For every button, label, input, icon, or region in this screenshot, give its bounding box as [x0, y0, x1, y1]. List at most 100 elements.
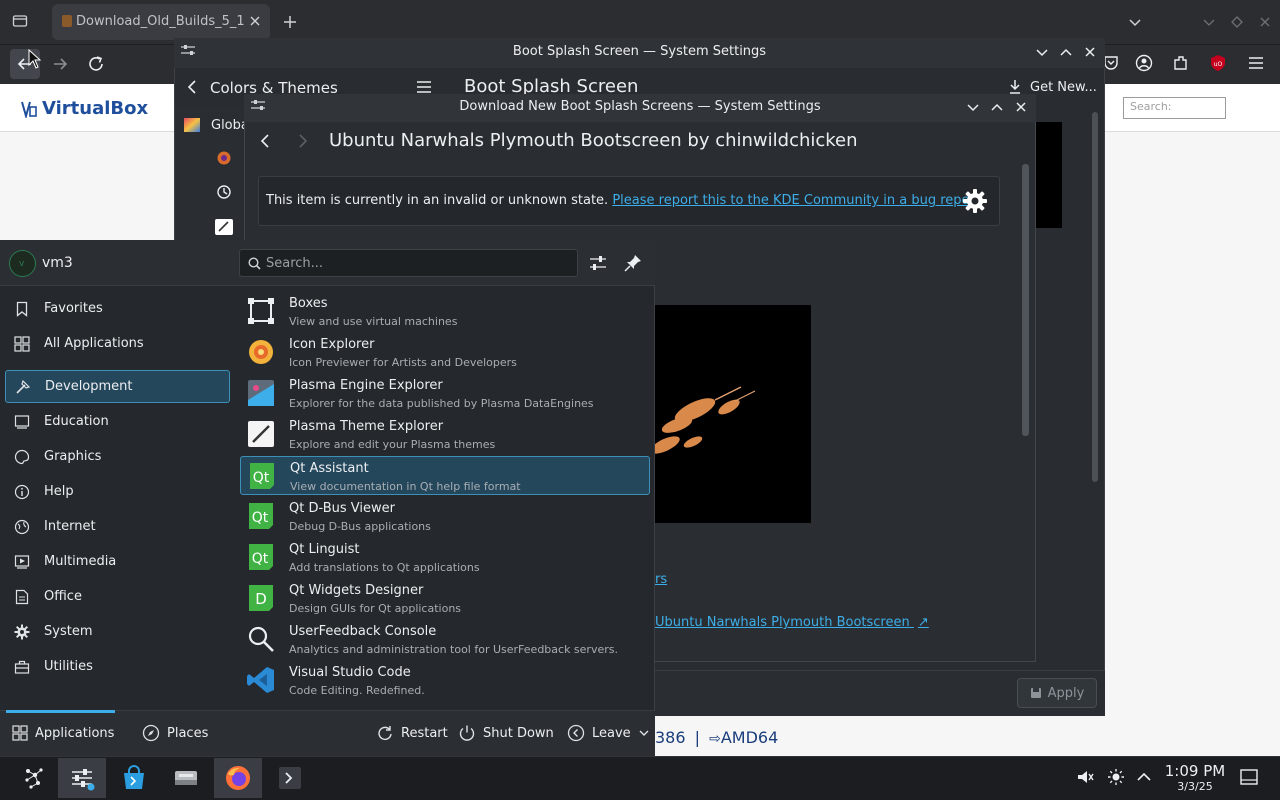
close-tab-icon[interactable]	[248, 14, 262, 28]
apply-button[interactable]: Apply	[1017, 678, 1097, 708]
app-userfeedback-console[interactable]: UserFeedback Console Analytics and admin…	[240, 620, 650, 659]
app-icon-explorer[interactable]: Icon Explorer Icon Previewer for Artists…	[240, 333, 650, 372]
application-launcher-button[interactable]	[10, 758, 58, 798]
download-close-icon[interactable]	[1014, 100, 1028, 114]
category-graphics[interactable]: Graphics	[5, 440, 230, 473]
settings-close-icon[interactable]	[1083, 45, 1097, 59]
reload-icon	[89, 56, 103, 71]
arch-fragment-link[interactable]: 386	[655, 728, 686, 747]
app-qt-widgets-designer[interactable]: D Qt Widgets Designer Design GUIs for Qt…	[240, 579, 650, 618]
vscode-icon	[246, 665, 276, 695]
arch-links: 386 | ⇨AMD64	[655, 728, 778, 747]
reload-button[interactable]	[84, 52, 108, 76]
plasma-style-sidebar-icon[interactable]	[215, 219, 233, 235]
extensions-icon[interactable]	[1172, 54, 1190, 72]
restart-button[interactable]: Restart	[376, 722, 448, 744]
tab-overview-icon[interactable]	[12, 13, 28, 29]
show-desktop-icon[interactable]	[1240, 769, 1258, 785]
taskbar-system-settings[interactable]	[58, 758, 106, 798]
category-system[interactable]: System	[5, 615, 230, 648]
volume-muted-icon[interactable]	[1076, 768, 1094, 786]
get-new-button[interactable]: Get New...	[1030, 80, 1097, 95]
settings-hamburger-icon[interactable]	[416, 80, 432, 94]
virtualbox-search-input[interactable]: Search:	[1123, 97, 1226, 119]
settings-back-icon[interactable]	[186, 79, 198, 95]
pin-icon[interactable]	[623, 253, 643, 273]
monitor-icon	[13, 413, 31, 431]
app-plasma-engine-explorer[interactable]: Plasma Engine Explorer Explorer for the …	[240, 374, 650, 413]
launcher-search-input[interactable]	[266, 250, 566, 276]
app-qt-linguist[interactable]: Qt Qt Linguist Add translations to Qt ap…	[240, 538, 650, 577]
account-icon[interactable]	[1135, 54, 1153, 72]
app-qt-dbus-viewer[interactable]: Qt Qt D-Bus Viewer Debug D-Bus applicati…	[240, 497, 650, 536]
gear-icon[interactable]	[962, 188, 988, 214]
new-tab-icon[interactable]	[282, 14, 298, 30]
leave-button[interactable]: Leave	[567, 722, 650, 744]
clock-date[interactable]: 3/3/25	[1160, 780, 1230, 793]
category-label: Education	[44, 414, 109, 429]
bookmark-icon	[13, 300, 31, 318]
virtualbox-logo-text[interactable]: VirtualBox	[42, 98, 148, 119]
bug-report-link[interactable]: Please report this to the KDE Community …	[612, 193, 980, 208]
homepage-link[interactable]: rs	[655, 572, 667, 587]
launcher-configure-icon[interactable]	[588, 253, 608, 273]
colors-sidebar-icon[interactable]	[216, 150, 232, 166]
taskbar-discover[interactable]	[110, 758, 158, 798]
tab-places[interactable]: Places	[142, 722, 208, 744]
dialog-scrollbar[interactable]	[1022, 164, 1029, 436]
app-visual-studio-code[interactable]: Visual Studio Code Code Editing. Redefin…	[240, 661, 650, 700]
ublock-origin-icon[interactable]: uO	[1209, 54, 1227, 72]
taskbar-terminal[interactable]	[266, 758, 314, 798]
hamburger-menu-icon[interactable]	[1248, 56, 1264, 70]
category-development[interactable]: Development	[5, 370, 230, 403]
forward-button[interactable]	[48, 49, 74, 79]
app-description: Explore and edit your Plasma themes	[289, 438, 496, 451]
category-internet[interactable]: Internet	[5, 510, 230, 543]
app-qt-assistant[interactable]: Qt Qt Assistant View documentation in Qt…	[240, 456, 650, 495]
minimize-browser-icon[interactable]	[1202, 15, 1216, 29]
shut-down-button[interactable]: Shut Down	[458, 722, 554, 744]
taskbar-firefox[interactable]	[214, 758, 262, 798]
qt-icon: Qt	[246, 501, 276, 531]
settings-scrollbar[interactable]	[1092, 112, 1098, 482]
category-label: System	[44, 624, 93, 639]
app-description: Design GUIs for Qt applications	[289, 602, 462, 615]
maximize-browser-icon[interactable]	[1230, 15, 1244, 29]
category-utilities[interactable]: Utilities	[5, 650, 230, 683]
category-help[interactable]: Help	[5, 475, 230, 508]
list-tabs-chevron-icon[interactable]	[1128, 15, 1142, 29]
app-boxes[interactable]: Boxes View and use virtual machines	[240, 292, 650, 331]
system-tray-expand-icon[interactable]	[1136, 770, 1152, 784]
application-style-sidebar-icon[interactable]	[216, 184, 232, 200]
arch-amd64-link[interactable]: AMD64	[721, 728, 778, 747]
category-label: Utilities	[44, 659, 93, 674]
kde-launcher-icon	[25, 768, 43, 789]
settings-maximize-icon[interactable]	[1059, 45, 1073, 59]
category-multimedia[interactable]: Multimedia	[5, 545, 230, 578]
category-all-applications[interactable]: All Applications	[5, 327, 230, 360]
category-favorites[interactable]: Favorites	[5, 292, 230, 325]
item-page-link[interactable]: Ubuntu Narwhals Plymouth Bootscreen ↗	[655, 615, 929, 630]
download-maximize-icon[interactable]	[990, 100, 1004, 114]
restart-icon	[378, 726, 392, 740]
brightness-icon[interactable]	[1107, 768, 1125, 786]
category-education[interactable]: Education	[5, 405, 230, 438]
app-plasma-theme-explorer[interactable]: Plasma Theme Explorer Explore and edit y…	[240, 415, 650, 454]
taskbar-file-manager[interactable]	[162, 758, 210, 798]
pocket-icon[interactable]	[1103, 54, 1119, 72]
dialog-forward-icon[interactable]	[296, 132, 310, 150]
tab-applications[interactable]: Applications	[12, 722, 114, 744]
app-name: Plasma Engine Explorer	[289, 378, 443, 393]
category-office[interactable]: Office	[5, 580, 230, 613]
settings-minimize-icon[interactable]	[1035, 45, 1049, 59]
apply-label: Apply	[1047, 685, 1085, 701]
clock-time[interactable]: 1:09 PM	[1160, 762, 1230, 780]
close-browser-icon[interactable]	[1258, 15, 1272, 29]
launcher-search-box[interactable]	[239, 249, 578, 277]
dialog-back-icon[interactable]	[258, 132, 272, 150]
download-minimize-icon[interactable]	[966, 100, 980, 114]
download-dialog-title: Download New Boot Splash Screens — Syste…	[459, 99, 821, 114]
item-heading: Ubuntu Narwhals Plymouth Bootscreen by c…	[329, 130, 858, 151]
avatar-glyph-icon: v	[19, 259, 25, 269]
item-page-link-text[interactable]: Ubuntu Narwhals Plymouth Bootscreen	[655, 615, 910, 630]
